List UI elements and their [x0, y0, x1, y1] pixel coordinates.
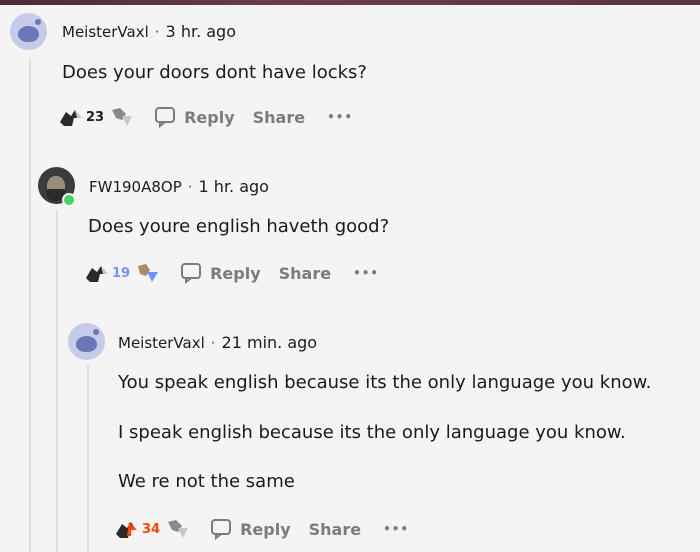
- comment-text: Does your doors dont have locks?: [62, 62, 367, 83]
- comment-text: Does youre english haveth good?: [88, 216, 390, 237]
- reply-label: Reply: [210, 263, 261, 283]
- comment-bubble-icon: [181, 263, 202, 284]
- user-avatar[interactable]: [10, 13, 47, 50]
- comment-actions: 19 Reply Share •••: [84, 262, 379, 284]
- comment-header: FW190A8OP · 1 hr. ago: [89, 177, 269, 196]
- comment-header: MeisterVaxl · 21 min. ago: [118, 333, 317, 352]
- comment-text-line: We re not the same: [118, 471, 295, 492]
- vote-score: 34: [142, 521, 161, 537]
- reply-label: Reply: [240, 519, 291, 539]
- online-status-icon: [62, 193, 76, 207]
- timestamp[interactable]: 3 hr. ago: [166, 22, 236, 41]
- reply-button[interactable]: Reply: [154, 106, 235, 128]
- comment-bubble-icon: [155, 107, 176, 128]
- more-options-icon[interactable]: •••: [353, 266, 379, 280]
- username[interactable]: MeisterVaxl: [62, 23, 149, 41]
- top-bar: [0, 0, 700, 5]
- downvote-icon[interactable]: [108, 106, 134, 128]
- more-options-icon[interactable]: •••: [383, 522, 409, 536]
- username[interactable]: FW190A8OP: [89, 178, 182, 196]
- reply-label: Reply: [184, 107, 235, 127]
- more-options-icon[interactable]: •••: [327, 110, 353, 124]
- username[interactable]: MeisterVaxl: [118, 334, 205, 352]
- comment-actions: 34 Reply Share •••: [114, 518, 409, 540]
- timestamp[interactable]: 1 hr. ago: [199, 177, 269, 196]
- upvote-icon[interactable]: [114, 518, 140, 540]
- comment-actions: 23 Reply Share •••: [58, 106, 353, 128]
- upvote-icon[interactable]: [84, 262, 110, 284]
- share-button[interactable]: Share: [253, 108, 305, 127]
- comment-header: MeisterVaxl · 3 hr. ago: [62, 22, 236, 41]
- thread-line[interactable]: [56, 210, 58, 552]
- downvote-icon[interactable]: [134, 262, 160, 284]
- separator: ·: [187, 177, 193, 196]
- comment-text-line: You speak english because its the only l…: [118, 372, 652, 393]
- share-button[interactable]: Share: [279, 264, 331, 283]
- timestamp[interactable]: 21 min. ago: [222, 333, 318, 352]
- share-button[interactable]: Share: [309, 520, 361, 539]
- reply-button[interactable]: Reply: [180, 262, 261, 284]
- downvote-icon[interactable]: [164, 518, 190, 540]
- upvote-icon[interactable]: [58, 106, 84, 128]
- comment-text-line: I speak english because its the only lan…: [118, 422, 626, 443]
- separator: ·: [210, 333, 216, 352]
- reply-button[interactable]: Reply: [210, 518, 291, 540]
- vote-score: 19: [112, 265, 131, 281]
- comment-bubble-icon: [211, 519, 232, 540]
- separator: ·: [154, 22, 160, 41]
- vote-score: 23: [86, 109, 105, 125]
- user-avatar[interactable]: [68, 323, 105, 360]
- thread-line[interactable]: [29, 58, 31, 552]
- thread-line[interactable]: [87, 365, 89, 552]
